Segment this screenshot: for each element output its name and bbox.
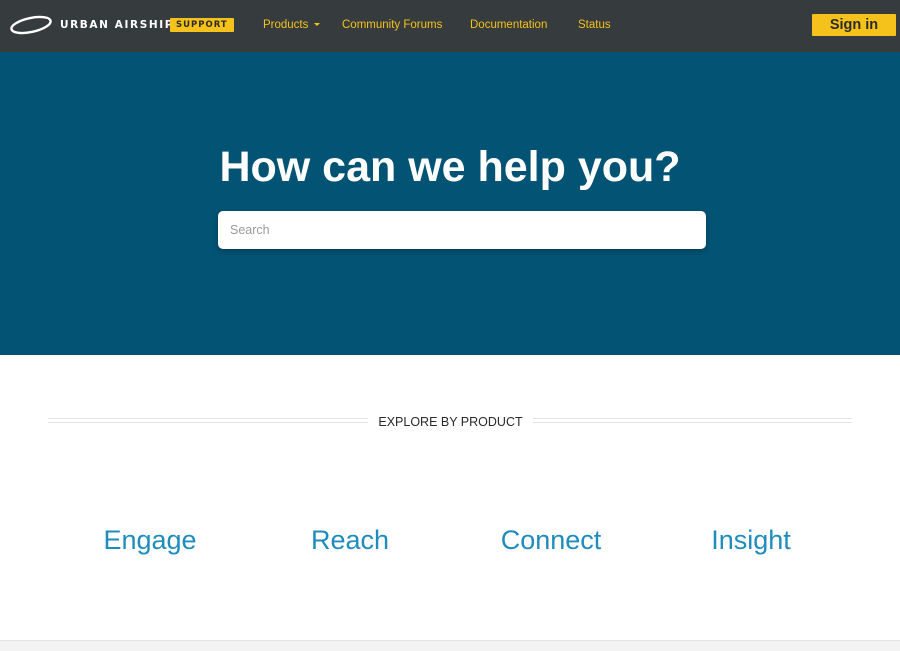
product-link-reach[interactable]: Reach [250,522,450,558]
logo-wordmark: URBAN AIRSHIP [60,19,175,31]
product-link-engage[interactable]: Engage [50,522,250,558]
explore-by-product-heading: EXPLORE BY PRODUCT [48,414,852,430]
urban-airship-logo[interactable]: URBAN AIRSHIP [8,14,174,36]
hero-banner: How can we help you? [0,52,900,355]
product-link-insight[interactable]: Insight [651,522,851,558]
product-link-connect[interactable]: Connect [451,522,651,558]
nav-documentation-link[interactable]: Documentation [470,18,547,32]
search-input[interactable] [218,211,706,249]
sign-in-button[interactable]: Sign in [812,14,896,36]
chevron-down-icon[interactable] [314,23,320,26]
divider-left [48,418,368,423]
explore-heading-label: EXPLORE BY PRODUCT [378,415,523,429]
footer-strip [0,640,900,651]
support-badge: SUPPORT [170,18,234,32]
nav-status-link[interactable]: Status [578,18,611,32]
hero-title: How can we help you? [219,143,681,191]
search-box [218,211,706,249]
divider-right [533,418,852,423]
nav-products-menu[interactable]: Products [263,18,308,32]
nav-community-forums-link[interactable]: Community Forums [342,18,442,32]
airship-logo-icon [10,15,52,35]
top-navigation-bar: URBAN AIRSHIP SUPPORT Products Community… [0,0,900,52]
